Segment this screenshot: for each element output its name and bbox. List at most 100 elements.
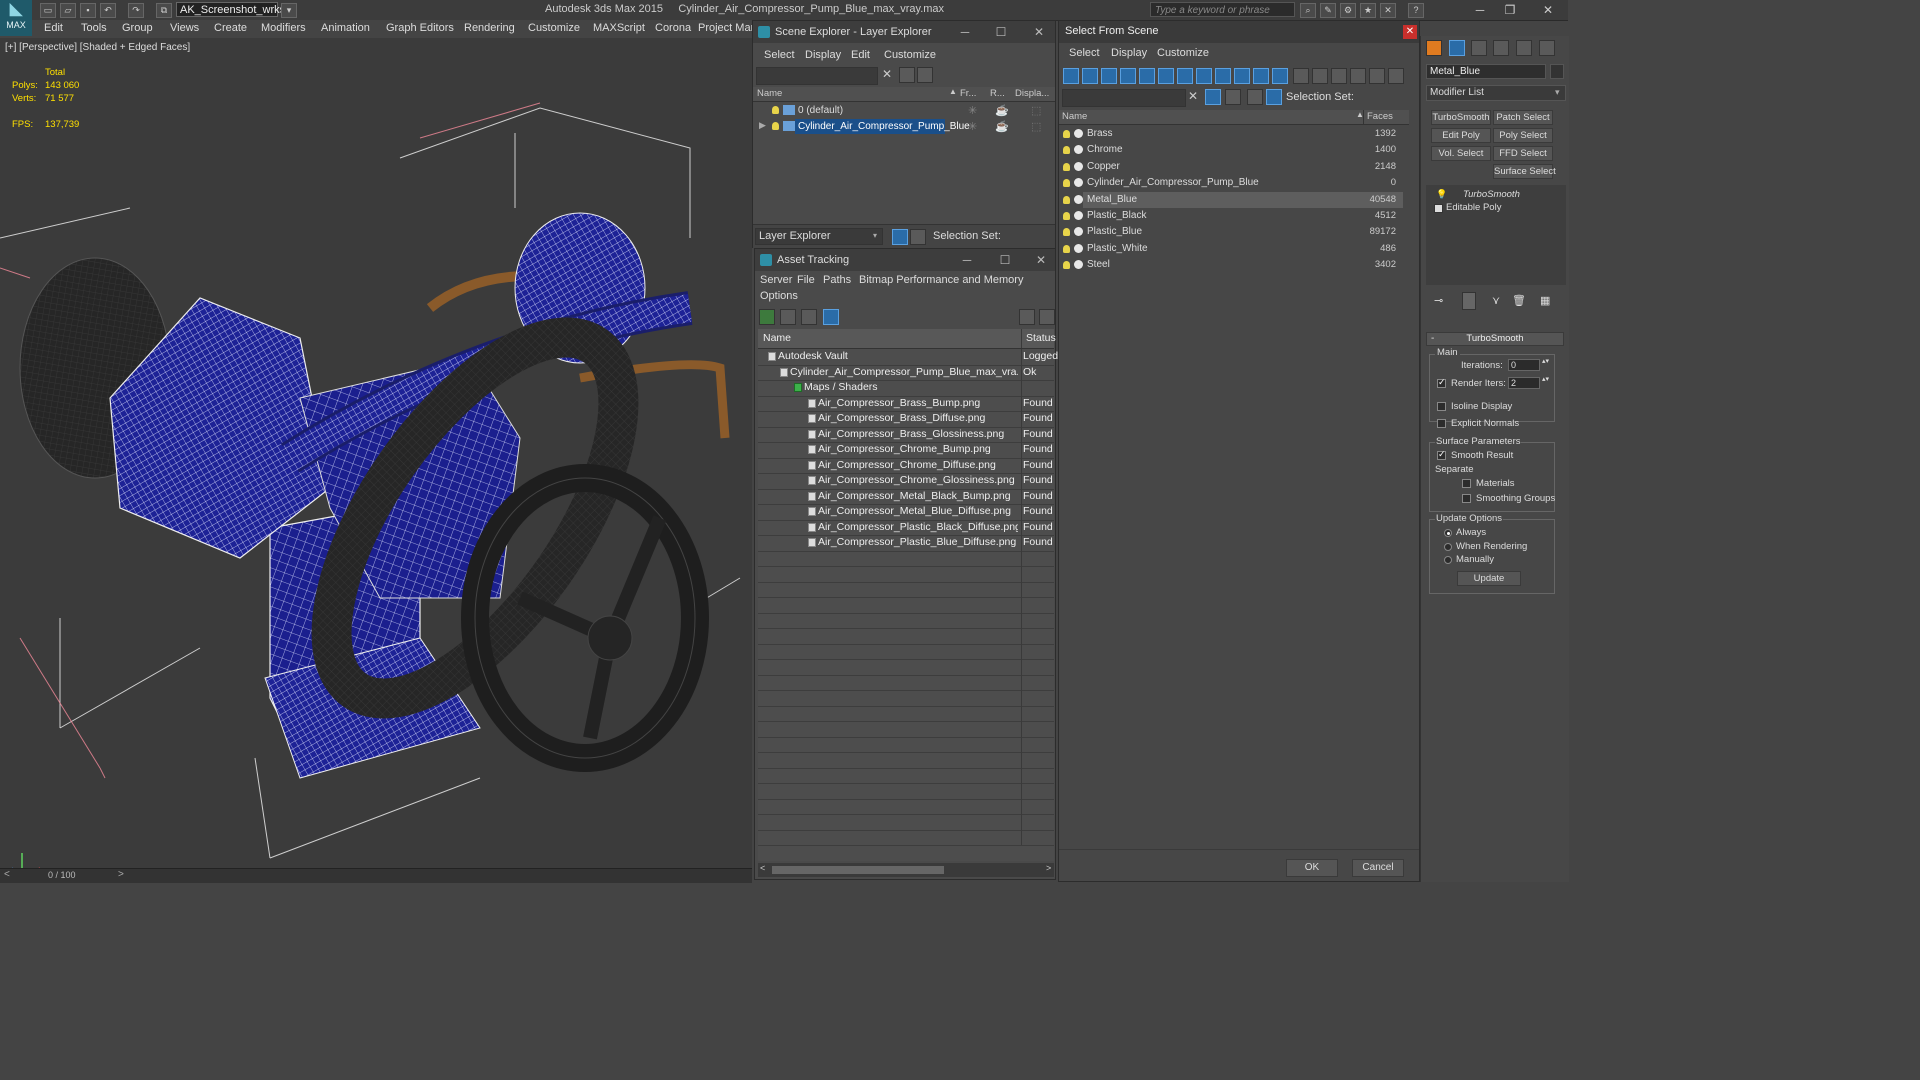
scene-object-row[interactable]: Plastic_White 486 (1059, 241, 1404, 257)
menu-group[interactable]: Group (122, 22, 153, 34)
asset-row[interactable]: Autodesk Vault Logged (758, 349, 1058, 366)
lightbulb-icon[interactable]: 💡 (1436, 189, 1447, 200)
sfs-search-input[interactable] (1062, 89, 1186, 107)
menu-views[interactable]: Views (170, 22, 199, 34)
lights-filter-icon[interactable] (1101, 68, 1117, 84)
geometry-filter-icon[interactable] (1063, 68, 1079, 84)
scene-object-row[interactable]: Steel 3402 (1059, 257, 1404, 273)
cameras-filter-icon[interactable] (1120, 68, 1136, 84)
stack-item[interactable]: Editable Poly (1426, 201, 1566, 214)
list-view-icon[interactable] (780, 309, 796, 325)
col-render[interactable]: R... (990, 88, 1005, 99)
lightbulb-icon[interactable] (1063, 146, 1070, 155)
smooth-result-checkbox[interactable] (1437, 449, 1446, 460)
sfs-menu-select[interactable]: Select (1069, 47, 1100, 59)
asset-row[interactable]: Air_Compressor_Brass_Bump.png Found (758, 395, 1054, 412)
scrollbar-thumb[interactable] (772, 866, 944, 874)
time-slider[interactable]: < 0 / 100 > (0, 868, 752, 883)
lightbulb-icon[interactable] (1063, 162, 1070, 171)
update-button[interactable]: Update (1457, 571, 1521, 586)
col-status[interactable]: Status (1026, 332, 1056, 344)
edit-poly-button[interactable]: Edit Poly (1431, 128, 1491, 143)
save-file-icon[interactable]: ▪ (80, 3, 96, 18)
asset-row[interactable]: Air_Compressor_Chrome_Bump.png Found (758, 442, 1054, 459)
menu-create[interactable]: Create (214, 22, 247, 34)
search-input[interactable]: Type a keyword or phrase (1150, 2, 1295, 17)
rollout-header[interactable]: - TurboSmooth (1426, 332, 1564, 346)
hierarchy-icon[interactable] (1247, 89, 1263, 105)
render-iters-checkbox[interactable] (1437, 377, 1446, 388)
asset-row[interactable]: Air_Compressor_Brass_Glossiness.png Found (758, 426, 1054, 443)
close-x-icon[interactable]: ✕ (1380, 3, 1396, 18)
at-menu-file[interactable]: File (797, 274, 815, 286)
modifier-list-dropdown[interactable]: Modifier List ▾ (1426, 85, 1566, 101)
object-name-field[interactable]: Metal_Blue (1426, 64, 1546, 79)
close-icon[interactable]: ✕ (1403, 25, 1417, 39)
menu-graph-editors[interactable]: Graph Editors (386, 22, 454, 34)
explorer-type-dropdown[interactable]: Layer Explorer ▾ (755, 228, 883, 245)
chevron-down-icon[interactable]: ▾ (281, 3, 297, 18)
at-menu-paths[interactable]: Paths (823, 274, 851, 286)
groups-filter-icon[interactable] (1177, 68, 1193, 84)
asset-row[interactable]: Air_Compressor_Chrome_Glossiness.png Foun… (758, 473, 1054, 490)
xrefs-filter-icon[interactable] (1196, 68, 1212, 84)
scene-object-row[interactable]: Copper 2148 (1059, 159, 1404, 175)
explicit-normals-checkbox[interactable] (1437, 419, 1446, 428)
minimize-icon[interactable]: ─ (955, 21, 975, 43)
ok-button[interactable]: OK (1286, 859, 1338, 877)
display-tab-icon[interactable] (1516, 40, 1532, 56)
remove-modifier-icon[interactable]: 🗑 (1512, 294, 1526, 307)
asset-row[interactable]: Air_Compressor_Plastic_Blue_Diffuse.png F… (758, 535, 1054, 552)
viewport-label[interactable]: [+] [Perspective] [Shaded + Edged Faces] (5, 42, 190, 53)
poly-select-button[interactable]: Poly Select (1493, 128, 1553, 143)
lightbulb-icon[interactable] (772, 122, 779, 130)
new-file-icon[interactable]: ▭ (40, 3, 56, 18)
lightbulb-icon[interactable] (1063, 212, 1070, 220)
pin-stack-icon[interactable]: ⊸ (1434, 294, 1443, 307)
close-icon[interactable]: ✕ (1029, 21, 1049, 43)
maximize-icon[interactable]: ❐ (1500, 2, 1520, 18)
col-display[interactable]: Displa... (1015, 88, 1049, 99)
show-end-result-icon[interactable] (1462, 292, 1476, 310)
cancel-button[interactable]: Cancel (1352, 859, 1404, 877)
menu-tools[interactable]: Tools (81, 22, 107, 34)
menu-maxscript[interactable]: MAXScript (593, 22, 645, 34)
prev-frame-icon[interactable]: < (4, 869, 10, 880)
create-tab-icon[interactable] (1426, 40, 1442, 56)
binoculars-icon[interactable]: ⌕ (1300, 3, 1316, 18)
invert-selection-icon[interactable] (1331, 68, 1347, 84)
object-color-swatch[interactable] (1550, 64, 1564, 79)
select-all-icon[interactable] (1293, 68, 1309, 84)
col-name[interactable]: Name (1062, 111, 1087, 122)
filter-icon[interactable] (1350, 68, 1366, 84)
turbosmooth-button[interactable]: TurboSmooth (1431, 110, 1491, 125)
render-teapot-icon[interactable]: ☕ (995, 120, 1009, 133)
redo-icon[interactable]: ↷ (128, 3, 144, 18)
asset-row[interactable]: Cylinder_Air_Compressor_Pump_Blue_max_vr… (758, 364, 1054, 381)
asset-row[interactable]: Air_Compressor_Plastic_Black_Diffuse.png… (758, 519, 1054, 536)
table-view-icon[interactable] (823, 309, 839, 325)
horizontal-scrollbar[interactable]: < > (758, 863, 1054, 877)
thumbnail-view-icon[interactable] (801, 309, 817, 325)
settings-icon[interactable] (1039, 309, 1055, 325)
frozen-filter-icon[interactable] (1253, 68, 1269, 84)
asset-row[interactable]: Air_Compressor_Brass_Diffuse.png Found (758, 411, 1054, 428)
lightbulb-icon[interactable] (1063, 130, 1070, 138)
scene-object-row[interactable]: Cylinder_Air_Compressor_Pump_Blue 0 (1059, 175, 1404, 191)
display-filter-icon[interactable] (1369, 68, 1385, 84)
lightbulb-icon[interactable] (1063, 179, 1070, 188)
patch-select-button[interactable]: Patch Select (1493, 110, 1553, 125)
se-menu-edit[interactable]: Edit (851, 49, 870, 61)
connect-icon[interactable]: ⚙ (1340, 3, 1356, 18)
perspective-viewport[interactable]: [+] [Perspective] [Shaded + Edged Faces]… (0, 38, 752, 868)
smoothing-groups-checkbox[interactable] (1462, 494, 1471, 503)
asset-row[interactable]: Air_Compressor_Metal_Black_Bump.png Found (758, 488, 1054, 505)
lightbulb-icon[interactable] (1063, 244, 1070, 253)
spacewarps-filter-icon[interactable] (1158, 68, 1174, 84)
layer-row[interactable]: 0 (default) ✳ ☕ ⬚ (753, 103, 1055, 119)
manually-radio[interactable] (1444, 556, 1452, 564)
scene-object-row[interactable]: Plastic_Black 4512 (1059, 208, 1404, 224)
display-icon[interactable]: ⬚ (1031, 104, 1041, 117)
expand-arrow-icon[interactable]: ▶ (759, 120, 766, 131)
materials-checkbox[interactable] (1462, 479, 1471, 488)
